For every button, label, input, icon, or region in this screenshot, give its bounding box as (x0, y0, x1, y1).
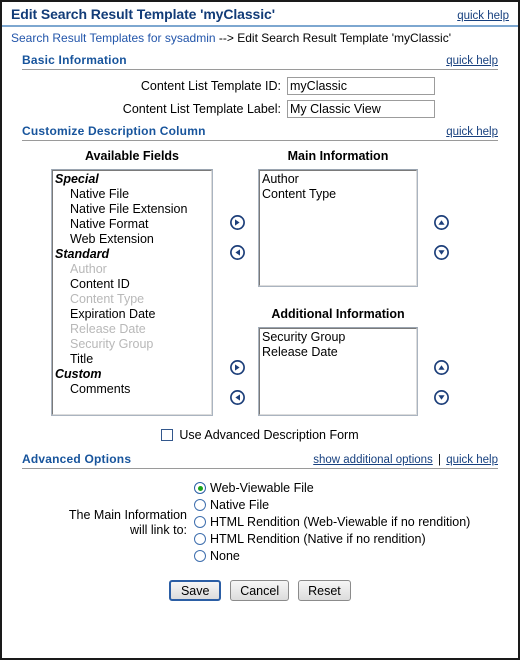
available-field-item[interactable]: Native File Extension (55, 202, 209, 217)
link-to-label-line1: The Main Information (68, 508, 187, 522)
available-field-item[interactable]: Comments (55, 382, 209, 397)
show-additional-options-link[interactable]: show additional options (313, 454, 433, 466)
available-field-item[interactable]: Web Extension (55, 232, 209, 247)
available-field-item: Content Type (70, 292, 145, 306)
main-information-list[interactable]: Author Content Type (259, 170, 417, 286)
customize-description-column-section: Customize Description Column quick help … (22, 124, 498, 442)
title-bar: Edit Search Result Template 'myClassic' … (2, 2, 518, 27)
available-field-group: Standard (55, 247, 110, 261)
main-information-item[interactable]: Content Type (262, 187, 414, 202)
link-to-radio-label: None (210, 549, 240, 563)
advanced-options-section: Advanced Options show additional options… (22, 452, 498, 566)
available-fields-title: Available Fields (84, 149, 180, 163)
link-to-radio-label: Web-Viewable File (210, 481, 314, 495)
title-quick-help-link[interactable]: quick help (457, 10, 509, 22)
arrow-down-icon-additional[interactable] (434, 390, 449, 405)
link-to-label-line2: will link to: (130, 523, 187, 537)
basic-information-section: Basic Information quick help Content Lis… (22, 53, 498, 118)
radio-button-icon[interactable] (194, 550, 206, 562)
field-row-template-id: Content List Template ID: (22, 77, 498, 95)
available-fields-list[interactable]: Special Native File Native File Extension N… (52, 170, 212, 415)
template-id-label: Content List Template ID: (140, 79, 281, 93)
available-field-item[interactable]: Native Format (55, 217, 209, 232)
form-action-buttons: Save Cancel Reset (2, 580, 518, 601)
additional-information-item[interactable]: Release Date (262, 345, 414, 360)
additional-information-title: Additional Information (271, 307, 405, 321)
main-information-link-block: The Main Information will link to: Web-V… (22, 480, 498, 566)
customize-description-links: quick help (446, 126, 498, 138)
radio-button-icon[interactable] (194, 482, 206, 494)
available-field-item: Security Group (70, 337, 154, 351)
template-label-input[interactable] (287, 100, 435, 118)
template-id-input[interactable] (287, 77, 435, 95)
arrow-left-icon-main[interactable] (230, 245, 245, 260)
basic-information-fields: Content List Template ID: Content List T… (22, 77, 498, 118)
use-advanced-description-form-label: Use Advanced Description Form (179, 428, 359, 442)
advanced-options-title: Advanced Options (22, 452, 132, 466)
arrow-down-icon-main[interactable] (434, 245, 449, 260)
arrow-right-icon-additional[interactable] (230, 360, 245, 375)
save-button[interactable]: Save (169, 580, 222, 601)
additional-information-list[interactable]: Security Group Release Date (259, 328, 417, 415)
customize-description-title: Customize Description Column (22, 124, 206, 138)
field-row-template-label: Content List Template Label: (22, 100, 498, 118)
link-to-radio-label: HTML Rendition (Web-Viewable if no rendi… (210, 515, 471, 529)
breadcrumb: Search Result Templates for sysadmin -->… (2, 27, 518, 48)
available-fields-listbox[interactable]: Special Native File Native File Extension N… (51, 169, 213, 416)
advanced-description-form-row: Use Advanced Description Form (22, 428, 498, 442)
breadcrumb-link-templates[interactable]: Search Result Templates for sysadmin (11, 31, 216, 45)
available-field-item[interactable]: Expiration Date (55, 307, 209, 322)
available-field-group: Custom (55, 367, 102, 381)
advanced-options-quick-help-link[interactable]: quick help (446, 454, 498, 466)
link-to-label: The Main Information will link to: (22, 508, 194, 538)
field-transfer-area: Available Fields Special Native File Nativ… (22, 147, 498, 419)
use-advanced-description-form-checkbox[interactable] (161, 429, 174, 441)
basic-information-quick-help-link[interactable]: quick help (446, 55, 498, 67)
breadcrumb-separator: --> (218, 31, 234, 45)
arrow-left-icon-additional[interactable] (230, 390, 245, 405)
link-to-radio-option[interactable]: Native File (194, 498, 470, 512)
template-label-label: Content List Template Label: (122, 102, 281, 116)
link-to-radio-label: Native File (210, 498, 270, 512)
link-to-radio-option[interactable]: HTML Rendition (Web-Viewable if no rendi… (194, 515, 470, 529)
page-title: Edit Search Result Template 'myClassic' (11, 6, 275, 22)
radio-button-icon[interactable] (194, 533, 206, 545)
advanced-options-header: Advanced Options show additional options… (22, 452, 498, 469)
customize-description-header: Customize Description Column quick help (22, 124, 498, 141)
basic-information-title: Basic Information (22, 53, 127, 67)
available-field-item[interactable]: Title (55, 352, 209, 367)
available-field-item[interactable]: Native File (55, 187, 209, 202)
customize-description-quick-help-link[interactable]: quick help (446, 126, 498, 138)
available-field-item: Release Date (70, 322, 146, 336)
main-information-item[interactable]: Author (262, 172, 414, 187)
links-divider: | (438, 454, 441, 466)
additional-information-listbox[interactable]: Security Group Release Date (258, 327, 418, 416)
radio-button-icon[interactable] (194, 516, 206, 528)
available-field-item[interactable]: Content ID (55, 277, 209, 292)
link-to-radio-option[interactable]: None (194, 549, 470, 563)
available-field-item: Author (70, 262, 107, 276)
arrow-up-icon-main[interactable] (434, 215, 449, 230)
reset-button[interactable]: Reset (298, 580, 351, 601)
link-to-radio-option[interactable]: Web-Viewable File (194, 481, 470, 495)
link-to-radio-option[interactable]: HTML Rendition (Native if no rendition) (194, 532, 470, 546)
link-to-radio-label: HTML Rendition (Native if no rendition) (210, 532, 426, 546)
available-field-group: Special (55, 172, 99, 186)
arrow-right-icon-main[interactable] (230, 215, 245, 230)
basic-information-links: quick help (446, 55, 498, 67)
edit-search-result-template-page: Edit Search Result Template 'myClassic' … (0, 0, 520, 660)
link-to-radio-group[interactable]: Web-Viewable File Native File HTML Renditi… (194, 480, 470, 566)
cancel-button[interactable]: Cancel (230, 580, 290, 601)
basic-information-header: Basic Information quick help (22, 53, 498, 70)
additional-information-item[interactable]: Security Group (262, 330, 414, 345)
advanced-options-links: show additional options | quick help (313, 454, 498, 466)
main-information-listbox[interactable]: Author Content Type (258, 169, 418, 287)
main-information-title: Main Information (287, 149, 389, 163)
radio-button-icon[interactable] (194, 499, 206, 511)
arrow-up-icon-additional[interactable] (434, 360, 449, 375)
breadcrumb-current: Edit Search Result Template 'myClassic' (237, 31, 452, 45)
